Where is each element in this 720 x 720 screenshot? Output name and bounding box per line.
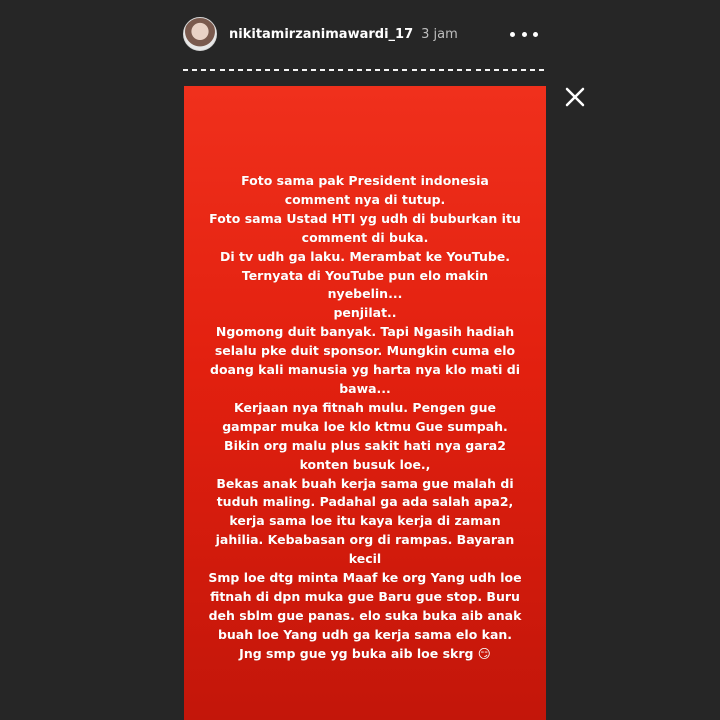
story-text-line: Kerjaan nya fitnah mulu. Pengen gue — [234, 399, 496, 415]
progress-segment — [448, 69, 454, 71]
progress-segment — [274, 69, 280, 71]
progress-segment — [356, 69, 362, 71]
progress-segment — [228, 69, 234, 71]
progress-segment — [256, 69, 262, 71]
progress-segment — [347, 69, 353, 71]
more-options-icon[interactable] — [510, 22, 538, 46]
progress-segment — [338, 69, 344, 71]
story-text-line: konten busuk loe., — [299, 456, 431, 472]
progress-segment — [237, 69, 243, 71]
progress-segment — [192, 69, 198, 71]
progress-segment — [219, 69, 225, 71]
story-text-line: tuduh maling. Padahal ga ada salah apa2, — [216, 494, 514, 510]
story-text-line: doang kali manusia yg harta nya klo mati… — [210, 362, 520, 378]
story-text-line: Jng smp gue yg buka aib loe skrg 😏 — [239, 645, 491, 661]
story-text-line: comment nya di tutup. — [284, 191, 446, 207]
story-text-line: penjilat.. — [333, 305, 397, 321]
progress-segment — [402, 69, 408, 71]
story-text-line: comment di buka. — [301, 229, 429, 245]
story-text-line: Ngomong duit banyak. Tapi Ngasih hadiah — [215, 324, 515, 340]
progress-segment — [384, 69, 390, 71]
progress-segment — [429, 69, 435, 71]
story-text-line: bawa... — [339, 380, 391, 396]
progress-segment — [411, 69, 417, 71]
progress-segment — [457, 69, 463, 71]
story-text-line: selalu pke duit sponsor. Mungkin cuma el… — [214, 343, 516, 359]
story-content[interactable]: Foto sama pak President indonesia comment… — [184, 86, 546, 720]
story-text-line: Bekas anak buah kerja sama gue malah di — [216, 475, 514, 491]
progress-segment — [539, 69, 545, 71]
progress-segment — [493, 69, 499, 71]
username[interactable]: nikitamirzanimawardi_17 — [229, 27, 413, 42]
story-text-line: kerja sama loe itu kaya kerja di zaman — [229, 513, 501, 529]
progress-segment — [438, 69, 444, 71]
progress-segment — [246, 69, 252, 71]
progress-segment — [265, 69, 271, 71]
progress-segment — [502, 69, 508, 71]
progress-segment — [201, 69, 207, 71]
progress-segment — [374, 69, 380, 71]
more-dot — [533, 31, 538, 37]
progress-segment — [530, 69, 536, 71]
story-text-line: kecil — [348, 551, 382, 567]
progress-segment — [466, 69, 472, 71]
progress-segment — [475, 69, 481, 71]
story-text-line: Smp loe dtg minta Maaf ke org Yang udh l… — [208, 570, 522, 586]
story-progress-bar — [183, 64, 545, 76]
progress-segment — [512, 69, 518, 71]
progress-segment — [329, 69, 335, 71]
more-dot — [510, 31, 515, 37]
progress-segment — [301, 69, 307, 71]
progress-segment — [420, 69, 426, 71]
more-dot — [521, 31, 527, 37]
progress-segment — [310, 69, 316, 71]
progress-segment — [484, 69, 490, 71]
story-text-line: deh sblm gue panas. elo suka buka aib an… — [208, 607, 522, 623]
story-text-line: Ternyata di YouTube pun elo makin — [241, 267, 489, 283]
progress-segment — [521, 69, 527, 71]
story-text-line: Di tv udh ga laku. Merambat ke YouTube. — [219, 248, 511, 264]
story-header: nikitamirzanimawardi_17 3 jam — [183, 14, 548, 54]
progress-segment — [292, 69, 298, 71]
story-text-line: Bikin org malu plus sakit hati nya gara2 — [224, 437, 506, 453]
progress-segment — [283, 69, 289, 71]
story-text-line: fitnah di dpn muka gue Baru gue stop. Bu… — [210, 588, 520, 604]
story-text-line: Foto sama Ustad HTI yg udh di buburkan i… — [209, 210, 521, 226]
story-text: Foto sama pak President indonesia comment… — [184, 172, 546, 664]
story-text-line: nyebelin... — [327, 286, 403, 302]
progress-segment — [320, 69, 326, 71]
progress-segment — [210, 69, 216, 71]
progress-segment — [183, 69, 188, 71]
story-text-line: gampar muka loe klo ktmu Gue sumpah. — [222, 418, 508, 434]
story-text-line: Foto sama pak President indonesia — [241, 173, 489, 188]
close-icon[interactable] — [562, 84, 588, 110]
story-text-line: buah loe Yang udh ga kerja sama elo kan. — [217, 626, 513, 642]
avatar[interactable] — [183, 17, 217, 51]
story-text-line: jahilia. Kebabasan org di rampas. Bayara… — [215, 532, 515, 548]
post-time: 3 jam — [421, 26, 458, 42]
progress-segment — [365, 69, 371, 71]
progress-segment — [393, 69, 399, 71]
